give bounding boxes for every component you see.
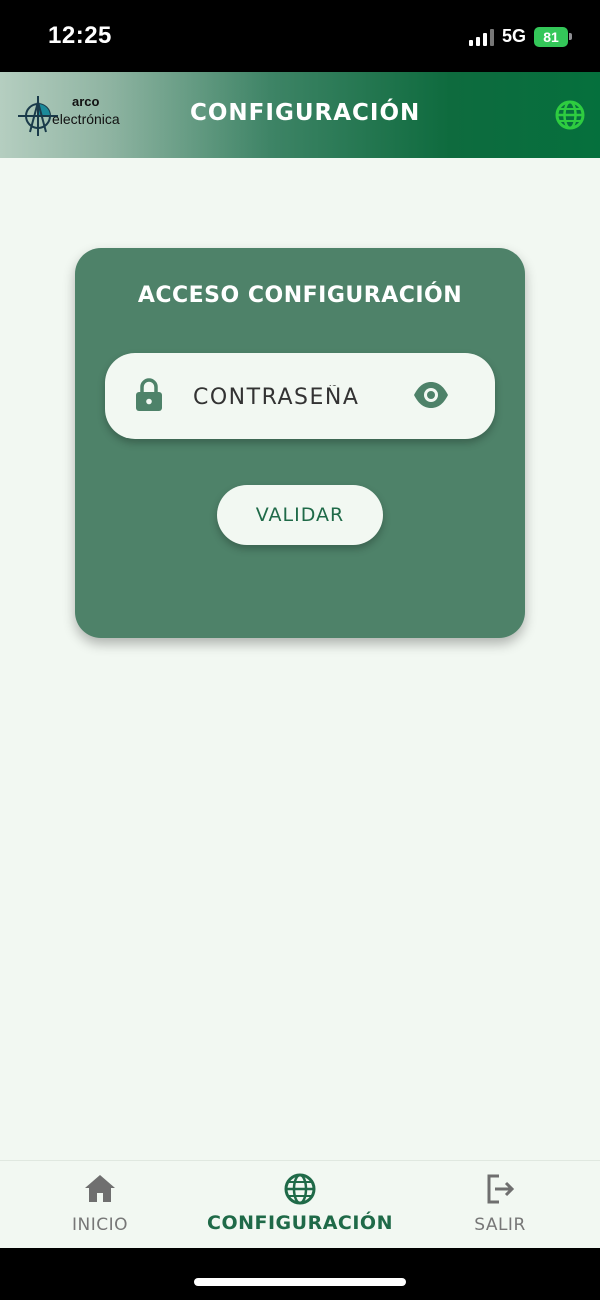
home-indicator-area <box>0 1248 600 1300</box>
access-card: ACCESO CONFIGURACIÓN VALIDAR <box>75 248 525 638</box>
logout-icon <box>487 1174 515 1204</box>
main-content: ACCESO CONFIGURACIÓN VALIDAR <box>0 158 600 1160</box>
app-header: arco electrónica CONFIGURACIÓN <box>0 72 600 158</box>
globe-icon[interactable] <box>554 99 586 131</box>
lock-icon <box>136 378 162 411</box>
nav-label-salir: SALIR <box>474 1215 526 1235</box>
home-indicator[interactable] <box>194 1278 406 1286</box>
nav-label-inicio: INICIO <box>71 1215 128 1235</box>
logo-text-top: arco <box>72 94 100 109</box>
page-title: CONFIGURACIÓN <box>190 100 421 126</box>
bottom-navigation: INICIO CONFIGURACIÓN SALIR <box>0 1160 600 1249</box>
globe-icon <box>284 1173 316 1205</box>
eye-icon[interactable] <box>413 381 449 409</box>
status-bar: 12:25 5G 81 <box>0 0 600 72</box>
company-logo: arco electrónica <box>16 94 131 138</box>
password-input[interactable] <box>193 379 398 415</box>
logo-text-bottom: electrónica <box>52 111 120 127</box>
network-label: 5G <box>501 26 526 46</box>
password-field[interactable] <box>105 353 495 439</box>
signal-icon <box>468 28 494 46</box>
app-screen: 12:25 5G 81 arco electrónica CONFIGURACI… <box>0 0 600 1300</box>
status-time: 12:25 <box>48 22 112 49</box>
battery-level: 81 <box>534 26 568 47</box>
status-indicators: 5G 81 <box>468 26 572 47</box>
validate-button[interactable]: VALIDAR <box>217 485 383 545</box>
card-title: ACCESO CONFIGURACIÓN <box>137 283 463 308</box>
nav-item-inicio[interactable]: INICIO <box>50 1161 150 1249</box>
nav-item-salir[interactable]: SALIR <box>450 1161 550 1249</box>
home-icon <box>85 1175 115 1202</box>
nav-label-configuracion: CONFIGURACIÓN <box>207 1212 393 1234</box>
nav-item-configuracion[interactable]: CONFIGURACIÓN <box>190 1161 410 1249</box>
battery-icon: 81 <box>534 26 572 47</box>
